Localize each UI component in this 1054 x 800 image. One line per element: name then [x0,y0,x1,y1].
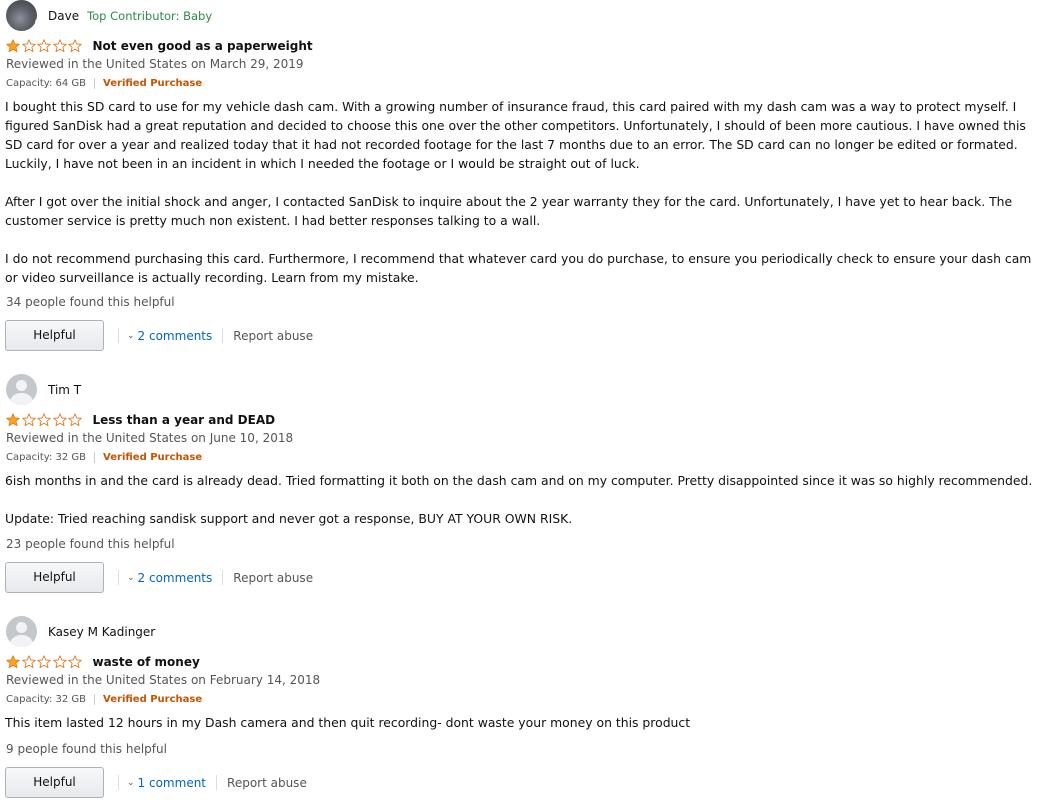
helpful-button[interactable]: Helpful [5,767,104,798]
avatar-head [16,380,27,391]
meta-divider [94,452,96,463]
contributor-badge[interactable]: Top Contributor: Baby [87,9,212,23]
author-name[interactable]: Kasey M Kadinger [48,625,155,639]
review-date: Reviewed in the United States on June 10… [6,431,294,445]
comments-label: 2 comments [137,328,213,343]
review-paragraph: Update: Tried reaching sandisk support a… [5,511,573,526]
star-rating[interactable] [6,413,84,427]
review-title[interactable]: Not even good as a paperweight [93,39,313,53]
review-title[interactable]: Less than a year and DEAD [93,413,276,427]
star-empty-icon [52,413,67,427]
review-actions: Helpful ⌄ 1 comment Report abuse [5,767,307,798]
default-avatar[interactable] [6,374,37,405]
star-empty-icon [37,413,51,427]
chevron-down-icon: ⌄ [127,572,135,583]
verified-purchase-badge[interactable]: Verified Purchase [103,694,202,705]
review-paragraph: I bought this SD card to use for my vehi… [5,99,1026,171]
capacity-label[interactable]: Capacity: 32 GB [6,694,86,705]
review-meta: Capacity: 32 GB Verified Purchase [6,452,202,463]
verified-purchase-badge[interactable]: Verified Purchase [103,452,202,463]
helpful-button[interactable]: Helpful [5,320,104,351]
review-actions: Helpful ⌄ 2 comments Report abuse [5,320,313,351]
star-empty-icon [68,39,82,53]
capacity-label[interactable]: Capacity: 64 GB [6,78,86,89]
helpful-count: 23 people found this helpful [6,537,175,551]
star-empty-icon [21,413,36,427]
helpful-button[interactable]: Helpful [5,562,104,593]
action-divider [222,570,224,585]
star-rating[interactable] [6,39,84,53]
review-title-row: Less than a year and DEAD [6,413,275,427]
star-badge-icon: ★ [35,16,37,30]
action-divider [118,775,119,790]
review-date: Reviewed in the United States on Februar… [6,673,321,687]
star-rating[interactable] [6,655,84,669]
star-empty-icon [37,655,51,669]
star-empty-icon [21,39,36,53]
avatar-body [10,393,33,405]
author-name[interactable]: Dave [48,9,79,23]
star-filled-icon [6,39,20,53]
star-empty-icon [37,39,51,53]
meta-divider [94,78,96,89]
action-divider [222,328,224,343]
review-meta: Capacity: 32 GB Verified Purchase [6,694,202,705]
review-body: This item lasted 12 hours in my Dash cam… [5,713,1035,732]
report-abuse-link[interactable]: Report abuse [233,329,313,343]
review-author[interactable]: ★ Dave Top Contributor: Baby [6,0,212,31]
capacity-label[interactable]: Capacity: 32 GB [6,452,86,463]
review-author[interactable]: Tim T [6,374,81,405]
review-body: 6ish months in and the card is already d… [5,471,1035,528]
verified-purchase-badge[interactable]: Verified Purchase [103,78,202,89]
review-date: Reviewed in the United States on March 2… [6,57,304,71]
chevron-down-icon: ⌄ [127,330,135,341]
review-title[interactable]: waste of money [93,655,200,669]
comments-link[interactable]: ⌄ 1 comment [127,776,206,790]
helpful-count: 9 people found this helpful [6,742,167,756]
review-paragraph: I do not recommend purchasing this card.… [5,251,1032,285]
star-filled-icon [6,655,20,669]
review-author[interactable]: Kasey M Kadinger [6,616,155,647]
comments-link[interactable]: ⌄ 2 comments [127,329,212,343]
action-divider [216,775,218,790]
comments-link[interactable]: ⌄ 2 comments [127,571,212,585]
star-filled-icon [6,413,20,427]
report-abuse-link[interactable]: Report abuse [233,571,313,585]
review-body: I bought this SD card to use for my vehi… [5,97,1035,287]
comments-label: 2 comments [137,570,213,585]
author-name[interactable]: Tim T [48,383,81,397]
review-meta: Capacity: 64 GB Verified Purchase [6,78,202,89]
meta-divider [94,694,96,705]
default-avatar[interactable] [6,616,37,647]
review-paragraph: This item lasted 12 hours in my Dash cam… [5,715,691,730]
avatar-body [10,635,33,647]
review-paragraph: 6ish months in and the card is already d… [5,473,1033,488]
photo-avatar[interactable]: ★ [6,0,37,31]
action-divider [118,570,119,585]
avatar-head [16,622,27,633]
star-empty-icon [21,655,36,669]
star-empty-icon [68,413,82,427]
review-actions: Helpful ⌄ 2 comments Report abuse [5,562,313,593]
star-empty-icon [68,655,82,669]
star-empty-icon [52,655,67,669]
review-title-row: Not even good as a paperweight [6,39,313,53]
review-paragraph: After I got over the initial shock and a… [5,194,1013,228]
action-divider [118,328,119,343]
review-title-row: waste of money [6,655,200,669]
helpful-count: 34 people found this helpful [6,295,175,309]
chevron-down-icon: ⌄ [127,777,135,788]
report-abuse-link[interactable]: Report abuse [227,776,307,790]
star-empty-icon [52,39,67,53]
comments-label: 1 comment [137,775,207,790]
